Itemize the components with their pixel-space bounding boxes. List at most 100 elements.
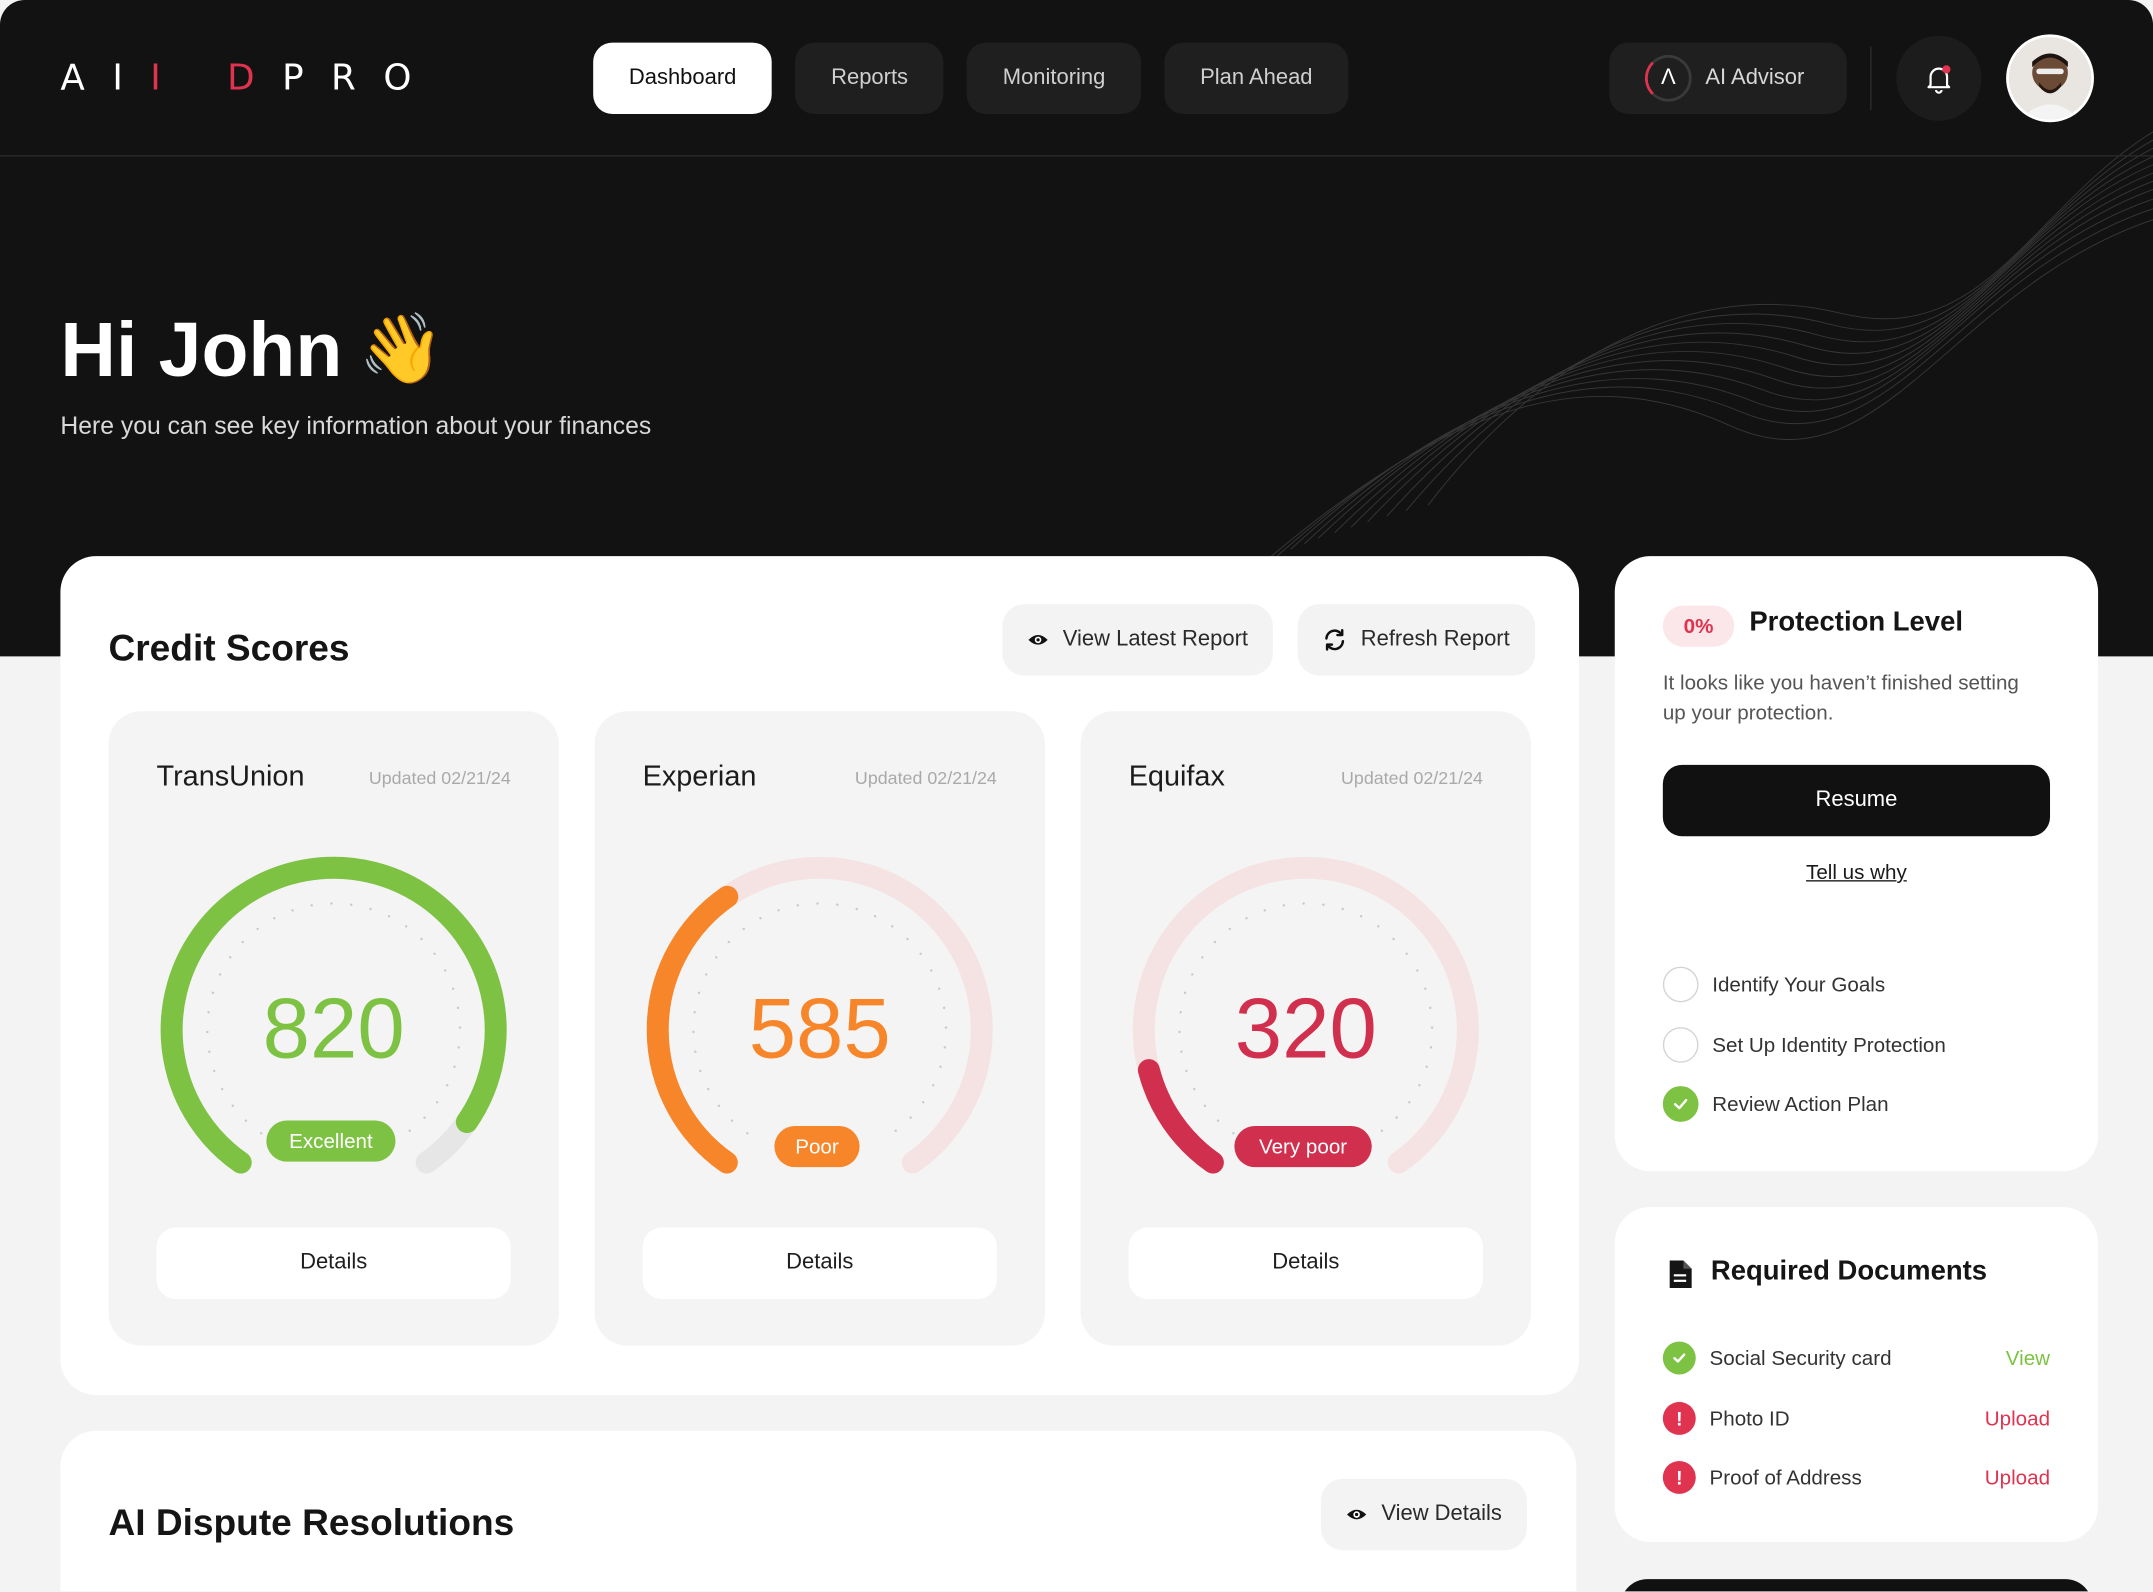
tab-reports[interactable]: Reports xyxy=(795,42,944,114)
gauge-tick-dot xyxy=(1408,1101,1411,1104)
bureau-name: Experian xyxy=(642,760,757,793)
gauge-tick-dot xyxy=(706,1087,710,1091)
app-logo[interactable]: A I I D PRO xyxy=(60,58,438,99)
logo-letters: PRO xyxy=(282,57,439,99)
rating-badge: Very poor xyxy=(1234,1125,1372,1168)
credit-scores-title: Credit Scores xyxy=(108,627,350,669)
gauge-tick-dot xyxy=(1213,940,1217,944)
gauge-tick-dot xyxy=(1392,937,1395,941)
gauge-tick-dot xyxy=(387,915,391,918)
protection-percent-badge: 0% xyxy=(1662,605,1735,647)
gauge-tick-dot xyxy=(836,903,839,906)
doc-row-proof-of-address: ! Proof of Address Upload xyxy=(1662,1460,2050,1494)
notifications-button[interactable] xyxy=(1896,35,1982,121)
gauge-tick-dot xyxy=(1377,925,1380,928)
gauge-tick-dot xyxy=(1191,973,1194,976)
gauge-tick-dot xyxy=(1418,1083,1421,1087)
gauge-tick-dot xyxy=(256,927,259,931)
gauge-tick-dot xyxy=(1216,1119,1220,1122)
gauge-tick-dot xyxy=(1263,909,1266,912)
gauge-tick-dot xyxy=(445,1083,449,1087)
gauge-tick-dot xyxy=(220,1087,224,1091)
gauge-tick-dot xyxy=(1359,915,1363,918)
gauge-tick-dot xyxy=(228,956,232,959)
upload-document-link[interactable]: Upload xyxy=(1985,1407,2050,1430)
gauge-tick-dot xyxy=(231,1104,235,1108)
refresh-report-button[interactable]: Refresh Report xyxy=(1297,604,1535,676)
protection-description: It looks like you haven’t finished setti… xyxy=(1662,671,2019,725)
step-review-action-plan[interactable]: Review Action Plan xyxy=(1662,1086,1889,1122)
gauge-tick-dot xyxy=(1380,1129,1384,1132)
gauge-tick-dot xyxy=(919,952,922,956)
details-button[interactable]: Details xyxy=(642,1227,997,1299)
credit-score-value: 820 xyxy=(262,981,405,1077)
gauge-tick-dot xyxy=(310,904,313,907)
view-latest-report-button[interactable]: View Latest Report xyxy=(1002,604,1273,676)
gauge-tick-dot xyxy=(443,969,447,972)
tell-us-why-link[interactable]: Tell us why xyxy=(1615,861,2098,884)
unchecked-circle-icon xyxy=(1662,966,1699,1003)
alert-circle-icon: ! xyxy=(1662,1401,1696,1435)
greeting-subtitle: Here you can see key information about y… xyxy=(60,411,652,440)
resume-button[interactable]: Resume xyxy=(1662,764,2051,837)
gauge-tick-dot xyxy=(1405,952,1408,956)
gauge-tick-dot xyxy=(433,952,436,956)
view-details-button[interactable]: View Details xyxy=(1320,1478,1527,1551)
bureau-card-transunion: TransUnion Updated 02/21/24 820 Excellen… xyxy=(108,711,559,1346)
gauge-tick-dot xyxy=(704,973,708,976)
top-navigation: A I I D PRO Dashboard Reports Monitoring… xyxy=(0,0,2153,157)
protection-level-card: 0% Protection Level It looks like you ha… xyxy=(1614,556,2099,1172)
gauge-tick-dot xyxy=(746,1132,749,1135)
gauge-tick-dot xyxy=(1282,904,1286,907)
bureau-name: Equifax xyxy=(1128,760,1225,793)
nav-divider xyxy=(1870,46,1872,110)
gauge-tick-dot xyxy=(890,925,894,928)
gauge-tick-dot xyxy=(727,940,731,944)
page: A I I D PRO Dashboard Reports Monitoring… xyxy=(0,0,2153,1592)
ai-advisor-button[interactable]: Λ AI Advisor xyxy=(1609,42,1847,114)
credit-score-value: 320 xyxy=(1234,981,1377,1077)
avatar-portrait xyxy=(2008,37,2092,120)
gauge-tick-dot xyxy=(435,1101,439,1104)
gauge-tick-dot xyxy=(259,1132,263,1135)
upload-document-link[interactable]: Upload xyxy=(1985,1466,2050,1489)
details-button[interactable]: Details xyxy=(156,1227,511,1299)
gauge-tick-dot xyxy=(1203,1104,1207,1108)
gauge-fill-arc xyxy=(1137,1059,1224,1174)
check-circle-icon xyxy=(1662,1341,1696,1375)
gauge-tick-dot xyxy=(921,1101,925,1104)
gauge-tick-dot xyxy=(1416,969,1419,972)
step-label: Identify Your Goals xyxy=(1712,972,1886,997)
doc-label: Photo ID xyxy=(1709,1406,1790,1431)
eye-icon xyxy=(1028,635,1048,645)
tab-monitoring[interactable]: Monitoring xyxy=(967,42,1142,114)
tab-dashboard[interactable]: Dashboard xyxy=(593,42,773,114)
logo-letter: A xyxy=(60,57,113,99)
next-card-peek xyxy=(1620,1579,2093,1592)
gauge-tick-dot xyxy=(241,940,245,944)
gauge-tick-dot xyxy=(420,937,423,941)
gauge-tick-dot xyxy=(730,1119,734,1122)
step-identify-goals[interactable]: Identify Your Goals xyxy=(1662,966,1886,1003)
view-document-link[interactable]: View xyxy=(2006,1346,2050,1369)
gauge-tick-dot xyxy=(423,1116,426,1119)
bureau-name: TransUnion xyxy=(156,760,305,793)
bureau-card-experian: Experian Updated 02/21/24 585 Poor Detai… xyxy=(594,711,1045,1346)
alert-circle-icon: ! xyxy=(1662,1460,1696,1494)
ai-dispute-title: AI Dispute Resolutions xyxy=(108,1502,515,1544)
gauge-tick-dot xyxy=(796,904,800,907)
user-avatar[interactable] xyxy=(2006,34,2094,123)
bureau-updated-date: Updated 02/21/24 xyxy=(854,767,997,789)
refresh-report-label: Refresh Report xyxy=(1360,627,1510,651)
refresh-icon xyxy=(1325,629,1345,651)
doc-row-photo-id: ! Photo ID Upload xyxy=(1662,1401,2050,1435)
gauge-tick-dot xyxy=(906,937,909,941)
required-documents-title: Required Documents xyxy=(1710,1256,1988,1287)
details-button[interactable]: Details xyxy=(1128,1227,1483,1299)
step-identity-protection[interactable]: Set Up Identity Protection xyxy=(1662,1027,1946,1063)
tab-plan-ahead[interactable]: Plan Ahead xyxy=(1164,42,1349,114)
gauge-tick-dot xyxy=(1322,903,1325,906)
gauge-tick-dot xyxy=(717,1104,721,1108)
unchecked-circle-icon xyxy=(1662,1027,1699,1063)
eye-icon xyxy=(1347,1509,1367,1520)
